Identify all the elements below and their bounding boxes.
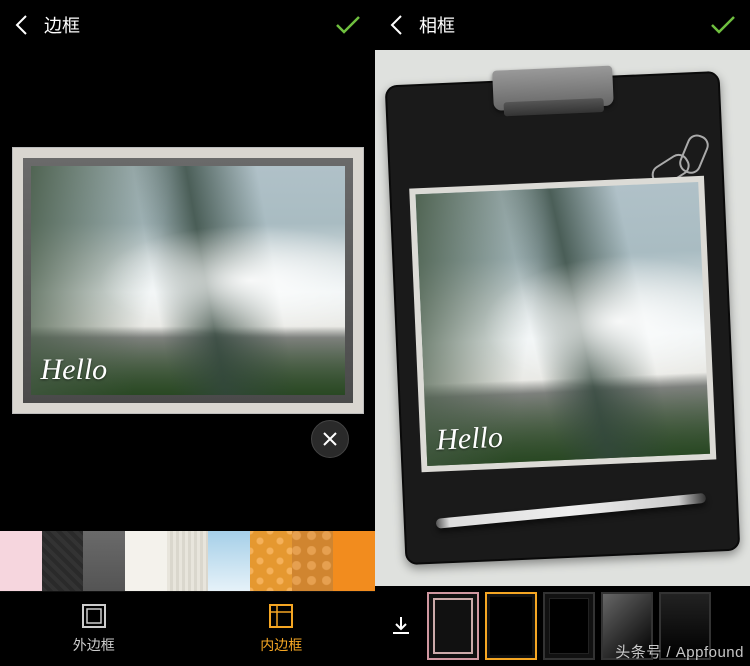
photo-preview: Hello xyxy=(415,182,710,466)
frame-thumb-pink-double[interactable] xyxy=(427,592,479,660)
swatch-gray-concrete[interactable] xyxy=(83,531,125,591)
back-icon[interactable] xyxy=(389,14,403,36)
frame-thumb-plain-dark[interactable] xyxy=(659,592,711,660)
tab-label: 内边框 xyxy=(260,635,302,655)
outer-frame: Hello xyxy=(13,148,363,413)
clipboard-frame: Hello xyxy=(385,71,741,565)
tab-inner-frame[interactable]: 内边框 xyxy=(188,592,376,666)
photo-overlay-text: Hello xyxy=(41,353,108,387)
swatch-sky-blue[interactable] xyxy=(208,531,250,591)
page-title: 边框 xyxy=(44,12,319,38)
swatch-off-white[interactable] xyxy=(125,531,167,591)
pen-decoration xyxy=(436,493,707,529)
tab-label: 外边框 xyxy=(73,635,115,655)
swatch-autumn-leaves[interactable] xyxy=(292,531,334,591)
page-title: 相框 xyxy=(419,12,694,38)
tab-outer-frame[interactable]: 外边框 xyxy=(0,592,188,666)
header: 相框 xyxy=(375,0,750,50)
frame-thumb-spotlight[interactable] xyxy=(601,592,653,660)
close-button[interactable] xyxy=(311,420,349,458)
swatch-dark-stone[interactable] xyxy=(42,531,84,591)
right-screen: 相框 Hello xyxy=(375,0,750,666)
swatch-pink-floral[interactable] xyxy=(0,531,42,591)
photo-overlay-text: Hello xyxy=(435,421,503,458)
preview-area: Hello xyxy=(0,50,375,511)
preview-area: Hello xyxy=(375,50,750,586)
confirm-icon[interactable] xyxy=(710,15,736,35)
left-screen: 边框 Hello xyxy=(0,0,375,666)
confirm-icon[interactable] xyxy=(335,15,361,35)
frame-thumbnail-bar: 头条号 / Appfound xyxy=(375,586,750,666)
download-icon[interactable] xyxy=(381,606,421,646)
clipboard-clip xyxy=(492,66,614,111)
swatch-white-stripe[interactable] xyxy=(167,531,209,591)
back-icon[interactable] xyxy=(14,14,28,36)
header: 边框 xyxy=(0,0,375,50)
frame-texture-row[interactable] xyxy=(0,531,375,591)
swatch-solid-orange[interactable] xyxy=(333,531,375,591)
photo-preview: Hello xyxy=(31,166,345,395)
frame-thumb-clipboard-black[interactable] xyxy=(485,592,537,660)
bottom-tabs: 外边框 内边框 xyxy=(0,591,375,666)
swatch-orange-hearts[interactable] xyxy=(250,531,292,591)
inner-mat: Hello xyxy=(409,176,716,473)
inner-frame: Hello xyxy=(23,158,353,403)
frame-thumb-thin-black[interactable] xyxy=(543,592,595,660)
